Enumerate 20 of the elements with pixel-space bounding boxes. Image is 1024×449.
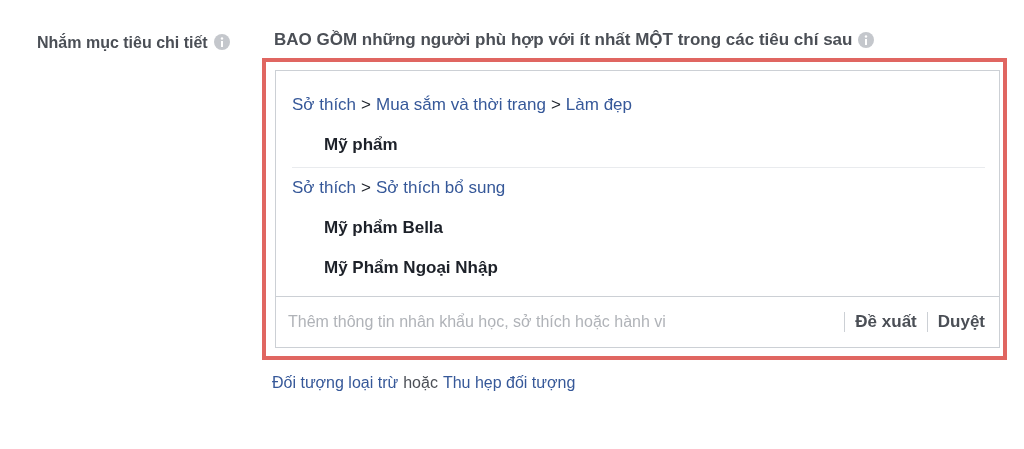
joiner-text: hoặc bbox=[403, 374, 438, 392]
info-icon[interactable] bbox=[213, 34, 230, 50]
breadcrumb-link[interactable]: Mua sắm và thời trang bbox=[376, 95, 546, 115]
field-label: Nhắm mục tiêu chi tiết bbox=[37, 34, 208, 52]
action-button[interactable]: Đề xuất bbox=[855, 312, 917, 332]
breadcrumb-separator: > bbox=[361, 95, 371, 115]
narrow-link[interactable]: Thu hẹp đối tượng bbox=[442, 374, 576, 392]
breadcrumb-link[interactable]: Làm đẹp bbox=[565, 95, 632, 115]
section-heading: BAO GỒM những người phù hợp với ít nhất MỘT trong các tiêu chí sau bbox=[274, 30, 853, 50]
action-button[interactable]: Duyệt bbox=[937, 312, 985, 332]
breadcrumb-separator: > bbox=[361, 178, 371, 198]
breadcrumb-link[interactable]: Sở thích bổ sung bbox=[376, 178, 506, 198]
breadcrumb-link[interactable]: Sở thích bbox=[292, 95, 357, 115]
selected-interest[interactable]: Mỹ phẩm bbox=[292, 125, 985, 165]
selected-interest[interactable]: Mỹ Phẩm Ngoại Nhập bbox=[292, 248, 985, 288]
breadcrumb-link[interactable]: Sở thích bbox=[292, 178, 357, 198]
exclude-link[interactable]: Đối tượng loại trừ bbox=[272, 374, 399, 392]
selected-interest[interactable]: Mỹ phẩm Bella bbox=[292, 208, 985, 248]
breadcrumb-separator: > bbox=[550, 95, 561, 115]
info-icon[interactable] bbox=[858, 32, 875, 48]
